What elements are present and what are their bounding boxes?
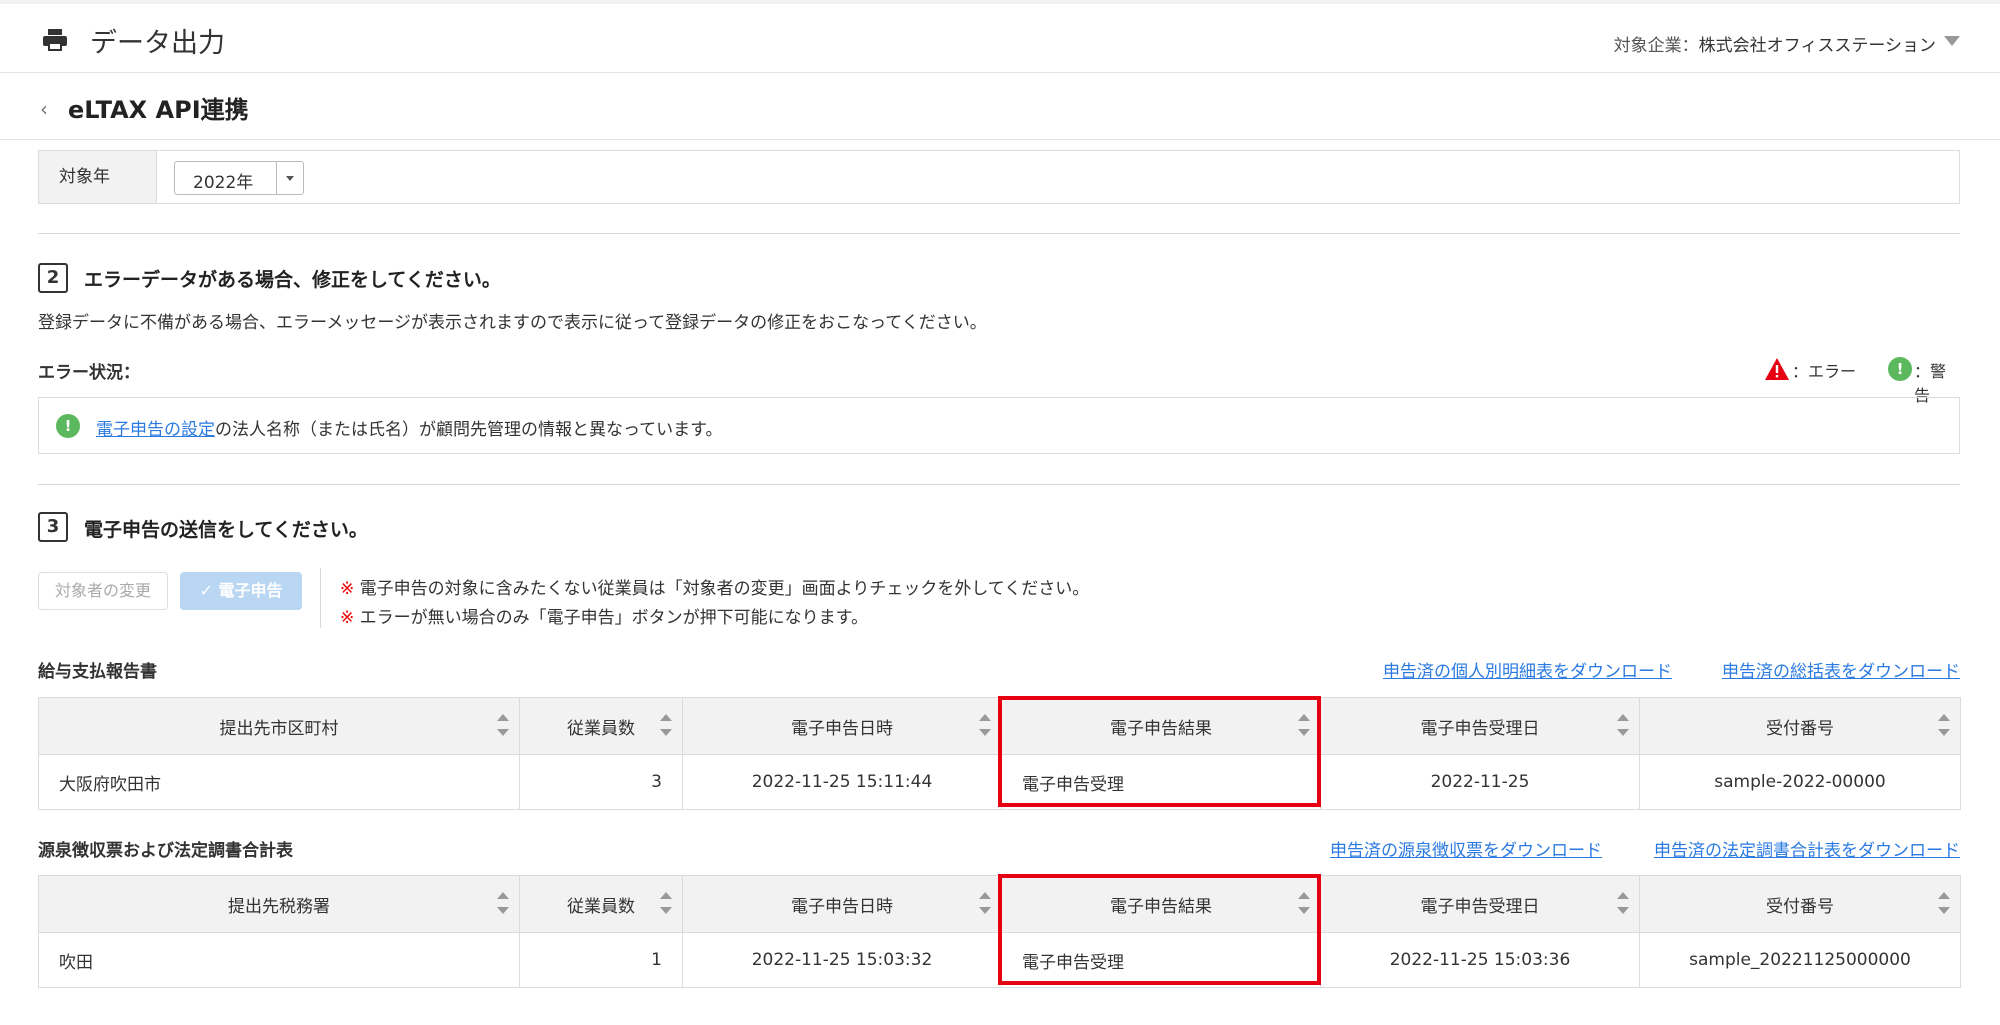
column-label: 電子申告日時 — [791, 896, 893, 917]
highlight-box — [998, 874, 1321, 985]
note-2: ※ エラーが無い場合のみ「電子申告」ボタンが押下可能になります。 — [340, 603, 868, 628]
cell-filing-datetime: 2022-11-25 15:03:32 — [682, 932, 1002, 988]
note-text: 電子申告の対象に含みたくない従業員は「対象者の変更」画面よりチェックを外してくだ… — [359, 579, 1090, 599]
column-label: 提出先市区町村 — [219, 718, 339, 739]
chevron-down-icon[interactable] — [1944, 36, 1960, 46]
note-mark: ※ — [340, 579, 355, 599]
withholding-label: 源泉徴収票および法定調書合計表 — [38, 841, 293, 861]
sort-icon[interactable] — [979, 714, 991, 736]
step-number: 2 — [38, 263, 68, 293]
warning-message-box: ! 電子申告の設定の法人名称（または氏名）が顧問先管理の情報と異なっています。 — [38, 397, 1960, 454]
column-header[interactable]: 受付番号 — [1639, 697, 1961, 755]
year-label: 対象年 — [39, 151, 157, 203]
column-header[interactable]: 従業員数 — [519, 875, 683, 933]
column-header[interactable]: 電子申告日時 — [682, 875, 1002, 933]
page-title: データ出力 — [90, 28, 225, 59]
sort-icon[interactable] — [497, 892, 509, 914]
column-label: 電子申告受理日 — [1420, 896, 1540, 917]
cell-destination: 吹田 — [38, 932, 520, 988]
cell-filing-datetime: 2022-11-25 15:11:44 — [682, 754, 1002, 810]
year-dropdown-button[interactable] — [276, 162, 303, 194]
step-title: エラーデータがある場合、修正をしてください。 — [84, 269, 501, 291]
column-label: 受付番号 — [1766, 896, 1834, 917]
caret-down-icon — [286, 176, 294, 181]
download-withholding-slip-link[interactable]: 申告済の源泉徴収票をダウンロード — [1330, 836, 1602, 861]
column-header[interactable]: 提出先税務署 — [38, 875, 520, 933]
company-name: 株式会社オフィスステーション — [1698, 36, 1936, 56]
sort-icon[interactable] — [1617, 714, 1629, 736]
step-title: 電子申告の送信をしてください。 — [84, 519, 368, 541]
divider — [320, 568, 321, 628]
sort-icon[interactable] — [660, 714, 672, 736]
column-label: 受付番号 — [1766, 718, 1834, 739]
column-label: 従業員数 — [567, 718, 635, 739]
divider — [38, 484, 1960, 485]
warning-icon: ! — [56, 414, 80, 438]
warning-text: の法人名称（または氏名）が顧問先管理の情報と異なっています。 — [215, 420, 723, 440]
step-description: 登録データに不備がある場合、エラーメッセージが表示されますので表示に従って登録デ… — [38, 313, 987, 333]
column-header[interactable]: 従業員数 — [519, 697, 683, 755]
warning-message: 電子申告の設定の法人名称（または氏名）が顧問先管理の情報と異なっています。 — [96, 415, 722, 440]
note-1: ※ 電子申告の対象に含みたくない従業員は「対象者の変更」画面よりチェックを外して… — [340, 574, 1089, 599]
sort-icon[interactable] — [1938, 714, 1950, 736]
efile-settings-link[interactable]: 電子申告の設定 — [96, 420, 215, 440]
year-value: 2022年 — [193, 173, 254, 193]
cell-accepted-date: 2022-11-25 15:03:36 — [1320, 932, 1640, 988]
sort-icon[interactable] — [660, 892, 672, 914]
sort-icon[interactable] — [497, 714, 509, 736]
column-label: 電子申告受理日 — [1420, 718, 1540, 739]
top-bar: データ出力 対象企業：株式会社オフィスステーション — [0, 0, 2000, 73]
cell-employee-count: 3 — [519, 754, 683, 810]
download-legal-total-link[interactable]: 申告済の法定調書合計表をダウンロード — [1654, 836, 1960, 861]
column-header[interactable]: 電子申告受理日 — [1320, 697, 1640, 755]
efile-button[interactable]: ✓ 電子申告 — [180, 572, 302, 610]
divider — [38, 233, 1960, 234]
column-header[interactable]: 電子申告日時 — [682, 697, 1002, 755]
highlight-box — [998, 696, 1321, 807]
status-legend: ：エラー ! ：警告 — [1764, 356, 1960, 405]
column-header[interactable]: 電子申告受理日 — [1320, 875, 1640, 933]
sub-header: ‹ eLTAX API連携 — [0, 73, 2000, 140]
cell-receipt-number: sample-2022-00000 — [1639, 754, 1961, 810]
change-target-button[interactable]: 対象者の変更 — [38, 572, 168, 610]
year-select[interactable]: 2022年 — [174, 161, 304, 195]
sort-icon[interactable] — [1938, 892, 1950, 914]
note-text: エラーが無い場合のみ「電子申告」ボタンが押下可能になります。 — [359, 608, 868, 628]
cell-receipt-number: sample_20221125000000 — [1639, 932, 1961, 988]
company-selector[interactable]: 対象企業：株式会社オフィスステーション — [1614, 31, 1936, 56]
error-icon — [1765, 358, 1789, 380]
warning-icon: ! — [1888, 357, 1912, 381]
column-header[interactable]: 提出先市区町村 — [38, 697, 520, 755]
error-status-label: エラー状況： — [38, 363, 140, 383]
step-number: 3 — [38, 512, 68, 542]
printer-icon — [43, 29, 67, 51]
download-summary-link[interactable]: 申告済の総括表をダウンロード — [1722, 657, 1960, 682]
column-label: 従業員数 — [567, 896, 635, 917]
salary-report-label: 給与支払報告書 — [38, 662, 157, 682]
sort-icon[interactable] — [979, 892, 991, 914]
legend-error-label: ：エラー — [1792, 362, 1857, 381]
cell-employee-count: 1 — [519, 932, 683, 988]
year-filter: 対象年 2022年 — [38, 150, 1960, 204]
company-label: 対象企業： — [1613, 36, 1699, 56]
download-individual-link[interactable]: 申告済の個人別明細表をダウンロード — [1383, 657, 1672, 682]
note-mark: ※ — [340, 608, 355, 628]
column-header[interactable]: 受付番号 — [1639, 875, 1961, 933]
cell-accepted-date: 2022-11-25 — [1320, 754, 1640, 810]
cell-destination: 大阪府吹田市 — [38, 754, 520, 810]
section-title: eLTAX API連携 — [68, 96, 249, 124]
sort-icon[interactable] — [1617, 892, 1629, 914]
chevron-left-icon[interactable]: ‹ — [40, 97, 48, 121]
column-label: 提出先税務署 — [228, 896, 330, 917]
column-label: 電子申告日時 — [791, 718, 893, 739]
